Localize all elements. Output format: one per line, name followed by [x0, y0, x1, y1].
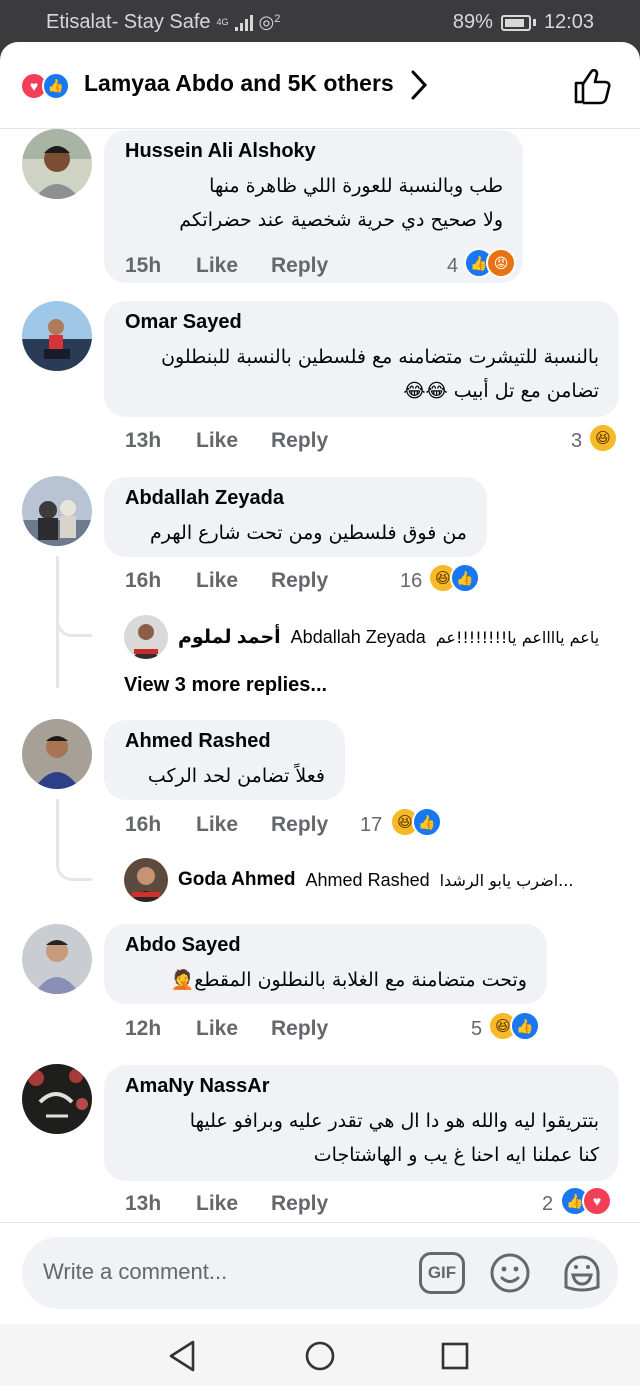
comment-text-line: ولا صحيح دي حرية شخصية عند حضراتكم: [179, 209, 503, 231]
signal-icon: [234, 14, 253, 31]
like-button[interactable]: Like: [196, 569, 238, 593]
reply-snippet: اضرب يابو الرشدا...: [439, 870, 574, 890]
comment-text-line: من فوق فلسطين ومن تحت شارع الهرم: [150, 522, 467, 544]
reaction-summary: ♥ 👍: [20, 72, 78, 100]
comment-bubble[interactable]: Abdo Sayed وتحت متضامنة مع الغلابة بالنط…: [104, 924, 547, 1004]
comment-time: 13h: [125, 1192, 162, 1215]
avatar[interactable]: [22, 719, 92, 789]
network-label: 4G: [216, 17, 229, 27]
reactions-header[interactable]: ♥ 👍 Lamyaa Abdo and 5K others: [0, 42, 640, 129]
chevron-right-icon[interactable]: [405, 68, 433, 102]
comment-bubble[interactable]: Abdallah Zeyada من فوق فلسطين ومن تحت شا…: [104, 477, 487, 557]
avatar[interactable]: [22, 129, 92, 199]
comment-time: 12h: [125, 1017, 162, 1040]
comment-bubble[interactable]: Ahmed Rashed فعلاً تضامن لحد الركب: [104, 720, 345, 800]
sticker-icon[interactable]: [560, 1251, 604, 1295]
reply-author[interactable]: Goda Ahmed: [178, 869, 296, 891]
reply-snippet: ياعم يااااعم يا!!!!!!!!عم: [435, 627, 600, 647]
angry-reaction-icon: 😡: [486, 248, 516, 278]
avatar[interactable]: [22, 924, 92, 994]
avatar[interactable]: [22, 476, 92, 546]
avatar[interactable]: [22, 301, 92, 371]
like-button[interactable]: Like: [196, 1192, 238, 1216]
comment-time: 13h: [125, 429, 162, 452]
like-button[interactable]: Like: [196, 813, 238, 837]
reply-author[interactable]: أحمد لملوم: [178, 626, 281, 649]
comment-author[interactable]: Abdallah Zeyada: [125, 487, 467, 510]
system-navigation-bar: [0, 1324, 640, 1386]
reply-button[interactable]: Reply: [271, 1192, 328, 1216]
reactions-title[interactable]: Lamyaa Abdo and 5K others: [84, 70, 394, 97]
carrier-label: Etisalat- Stay Safe: [46, 11, 211, 33]
comment-author[interactable]: Hussein Ali Alshoky: [125, 140, 503, 163]
comment-text-line: بالنسبة للتيشرت متضامنه مع فلسطين بالنسب…: [161, 346, 599, 368]
comment-input[interactable]: Write a comment... GIF: [22, 1237, 618, 1309]
clock: 12:03: [543, 11, 594, 33]
comment-text-line: كنا عملنا ايه احنا غ يب و الهاشتاجات: [313, 1144, 599, 1166]
emoji-icon[interactable]: [488, 1251, 532, 1295]
reply-tag[interactable]: Ahmed Rashed: [306, 870, 430, 891]
hotspot-count: 2: [274, 12, 281, 25]
comment-text-line: طب وبالنسبة للعورة اللي ظاهرة منها: [209, 175, 503, 197]
thread-connector: [56, 799, 92, 881]
reply-preview[interactable]: Goda Ahmed Ahmed Rashed اضرب يابو الرشدا…: [124, 858, 573, 902]
comment-bubble[interactable]: Omar Sayed بالنسبة للتيشرت متضامنه مع فل…: [104, 301, 619, 417]
reaction-count[interactable]: 4: [447, 255, 458, 278]
comment-time: 16h: [125, 569, 162, 592]
comment-bubble[interactable]: AmaNy NassAr بتتريقوا ليه والله هو دا ال…: [104, 1065, 619, 1181]
status-bar: Etisalat- Stay Safe 4G ◎ 2 89% 12:03: [0, 0, 640, 42]
comment-author[interactable]: Omar Sayed: [125, 311, 599, 334]
reaction-count[interactable]: 2: [542, 1193, 553, 1216]
love-reaction-icon: ♥: [582, 1186, 612, 1216]
reaction-count[interactable]: 5: [471, 1018, 482, 1041]
reply-tag[interactable]: Abdallah Zeyada: [291, 627, 426, 648]
battery-icon: [500, 14, 531, 31]
like-button[interactable]: Like: [196, 429, 238, 453]
thumbs-up-icon[interactable]: [572, 66, 612, 106]
comment-input-placeholder: Write a comment...: [43, 1259, 228, 1284]
hotspot-icon: ◎: [258, 12, 275, 32]
comment-time: 15h: [125, 254, 162, 277]
like-button[interactable]: Like: [196, 1017, 238, 1041]
home-icon[interactable]: [300, 1336, 340, 1376]
gif-button[interactable]: GIF: [419, 1252, 465, 1294]
like-reaction-icon: 👍: [42, 72, 70, 100]
recents-icon[interactable]: [435, 1336, 475, 1376]
reaction-count[interactable]: 3: [571, 430, 582, 453]
reaction-count[interactable]: 16: [400, 570, 422, 593]
comment-text-line: تضامن مع تل أبيب 😂😂: [403, 380, 599, 402]
reply-button[interactable]: Reply: [271, 1017, 328, 1041]
comment-text-line: فعلاً تضامن لحد الركب: [147, 765, 325, 787]
comment-composer: Write a comment... GIF: [0, 1222, 640, 1324]
reply-preview[interactable]: أحمد لملوم Abdallah Zeyada ياعم يااااعم …: [124, 615, 599, 659]
thread-connector: [56, 556, 92, 688]
avatar[interactable]: [124, 615, 168, 659]
like-button[interactable]: Like: [196, 254, 238, 278]
comment-time: 16h: [125, 813, 162, 836]
comment-text-line: بتتريقوا ليه والله هو دا ال هي تقدر عليه…: [189, 1110, 599, 1132]
haha-reaction-icon: 😆: [588, 423, 618, 453]
comment-author[interactable]: Abdo Sayed: [125, 934, 527, 957]
like-reaction-icon: 👍: [510, 1011, 540, 1041]
avatar[interactable]: [22, 1064, 92, 1134]
reply-button[interactable]: Reply: [271, 254, 328, 278]
view-more-replies-link[interactable]: View 3 more replies...: [124, 674, 327, 697]
reply-button[interactable]: Reply: [271, 429, 328, 453]
reply-button[interactable]: Reply: [271, 569, 328, 593]
reaction-count[interactable]: 17: [360, 814, 382, 837]
like-reaction-icon: 👍: [412, 807, 442, 837]
reply-button[interactable]: Reply: [271, 813, 328, 837]
back-icon[interactable]: [163, 1336, 203, 1376]
comment-author[interactable]: Ahmed Rashed: [125, 730, 325, 753]
comment-author[interactable]: AmaNy NassAr: [125, 1075, 599, 1098]
avatar[interactable]: [124, 858, 168, 902]
comment-text-line: وتحت متضامنة مع الغلابة بالنطلون المقطع🤦: [170, 969, 527, 991]
like-reaction-icon: 👍: [450, 563, 480, 593]
comments-sheet: ♥ 👍 Lamyaa Abdo and 5K others Hussein Al…: [0, 42, 640, 1386]
battery-percent: 89%: [452, 11, 493, 33]
